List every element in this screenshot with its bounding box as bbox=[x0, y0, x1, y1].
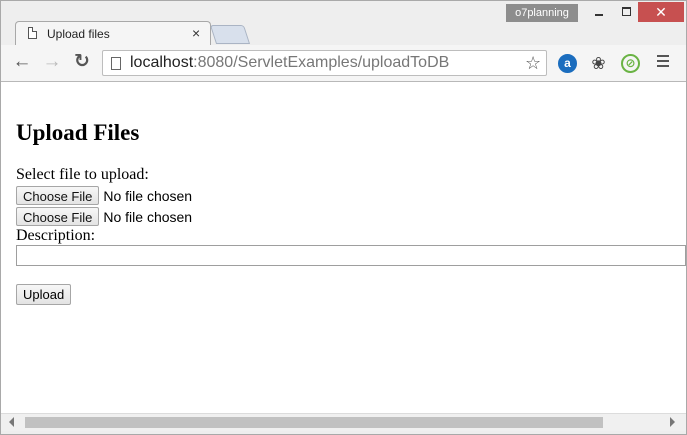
url-path: :8080/ServletExamples/uploadToDB bbox=[193, 54, 450, 71]
profile-badge[interactable]: o7planning bbox=[506, 4, 578, 22]
horizontal-scrollbar[interactable] bbox=[1, 413, 686, 431]
scroll-right-icon[interactable] bbox=[670, 417, 675, 427]
page-heading: Upload Files bbox=[16, 120, 140, 145]
window-bottom-edge bbox=[1, 431, 686, 434]
tab-title: Upload files bbox=[47, 27, 110, 41]
url-text[interactable]: localhost:8080/ServletExamples/uploadToD… bbox=[130, 53, 449, 73]
close-window-button[interactable]: ✕ bbox=[638, 2, 684, 22]
file-input-1[interactable]: Choose File No file chosen bbox=[16, 186, 192, 205]
maximize-icon bbox=[621, 7, 631, 16]
choose-file-button[interactable]: Choose File bbox=[16, 207, 100, 226]
tab-close-icon[interactable]: × bbox=[192, 25, 200, 41]
back-icon[interactable]: ← bbox=[11, 51, 33, 73]
bug-extension-icon[interactable]: ❀ bbox=[589, 54, 608, 73]
minimize-icon bbox=[595, 14, 603, 16]
extension-a-icon[interactable]: a bbox=[558, 54, 577, 73]
maximize-button[interactable] bbox=[614, 2, 638, 22]
minimize-button[interactable] bbox=[584, 2, 614, 22]
address-bar[interactable]: localhost:8080/ServletExamples/uploadToD… bbox=[102, 50, 547, 76]
tab-upload-files[interactable]: Upload files × bbox=[15, 21, 211, 46]
toolbar: ← → ↻ localhost:8080/ServletExamples/upl… bbox=[1, 45, 686, 82]
menu-icon[interactable] bbox=[657, 55, 669, 70]
title-bar: o7planning ✕ Upload files × bbox=[1, 1, 686, 46]
choose-file-button[interactable]: Choose File bbox=[16, 186, 100, 205]
select-file-label: Select file to upload: bbox=[16, 166, 149, 183]
star-icon[interactable]: ☆ bbox=[525, 53, 541, 74]
scroll-thumb[interactable] bbox=[25, 417, 603, 428]
description-label: Description: bbox=[16, 227, 96, 244]
url-host: localhost bbox=[130, 54, 194, 71]
page-icon bbox=[28, 27, 37, 39]
page-content: Upload Files Select file to upload: Choo… bbox=[1, 82, 686, 413]
reload-icon[interactable]: ↻ bbox=[71, 51, 93, 73]
close-icon: ✕ bbox=[655, 4, 667, 20]
new-tab-button[interactable] bbox=[209, 25, 251, 44]
circle-extension-icon[interactable]: ⊘ bbox=[621, 54, 640, 73]
page-info-icon[interactable] bbox=[111, 57, 121, 70]
upload-button[interactable]: Upload bbox=[16, 284, 72, 305]
description-input[interactable] bbox=[16, 245, 686, 266]
scroll-left-icon[interactable] bbox=[9, 417, 14, 427]
forward-icon[interactable]: → bbox=[41, 51, 63, 73]
browser-window: o7planning ✕ Upload files × ← → ↻ localh… bbox=[0, 0, 687, 435]
file-status: No file chosen bbox=[103, 208, 193, 225]
file-input-2[interactable]: Choose File No file chosen bbox=[16, 207, 192, 226]
file-status: No file chosen bbox=[103, 187, 193, 204]
